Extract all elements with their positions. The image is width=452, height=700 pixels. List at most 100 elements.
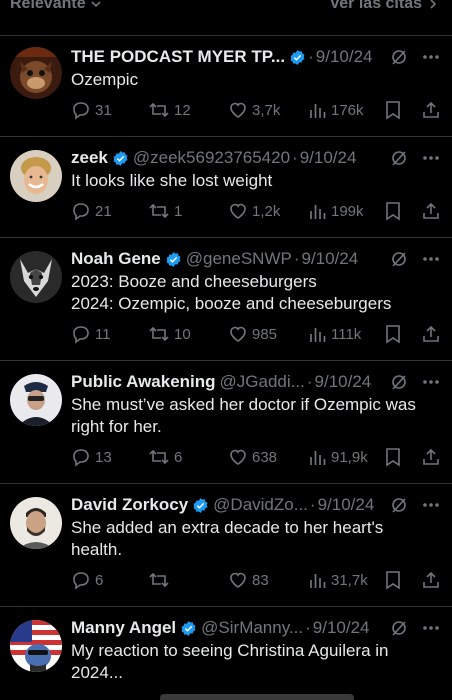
tweet-date[interactable]: 9/10/24 — [313, 618, 370, 638]
more-options-icon[interactable] — [422, 256, 440, 262]
avatar[interactable] — [10, 251, 62, 303]
grok-icon[interactable] — [390, 496, 408, 514]
like-button[interactable]: 985 — [228, 324, 277, 344]
tweet-date[interactable]: 9/10/24 — [302, 249, 359, 269]
tweet-date[interactable]: 9/10/24 — [300, 148, 357, 168]
author-handle[interactable]: @geneSNWP — [186, 249, 292, 269]
sort-label: Relevante — [10, 0, 86, 12]
share-button[interactable] — [421, 201, 441, 221]
bookmark-icon — [386, 325, 400, 344]
reply-icon — [73, 203, 89, 221]
retweet-icon — [149, 572, 169, 588]
like-button[interactable]: 638 — [228, 447, 277, 467]
author-name[interactable]: David Zorkocy — [71, 495, 188, 515]
reply-tweet[interactable]: David Zorkocy @DavidZo... · 9/10/24 She … — [0, 484, 452, 605]
views-button[interactable]: 199k — [309, 202, 364, 220]
avatar[interactable] — [10, 47, 62, 99]
tweet-media-preview[interactable] — [160, 694, 354, 700]
author-name[interactable]: Public Awakening — [71, 372, 216, 392]
tweet-date[interactable]: 9/10/24 — [315, 372, 372, 392]
tweet-actions: 21 1 1,2k 199k — [71, 200, 442, 222]
author-handle[interactable]: @JGaddi... — [220, 372, 305, 392]
retweet-button[interactable]: 12 — [148, 100, 191, 120]
view-quotes-link[interactable]: Ver las citas — [329, 0, 438, 13]
author-name[interactable]: zeek — [71, 148, 108, 168]
share-button[interactable] — [421, 100, 441, 120]
reply-button[interactable]: 21 — [71, 201, 112, 221]
retweet-button[interactable]: 10 — [148, 324, 191, 344]
heart-icon — [230, 102, 246, 118]
retweet-button[interactable]: 6 — [148, 447, 182, 467]
avatar[interactable] — [10, 497, 62, 549]
tweet-text-line: Ozempic — [71, 70, 139, 89]
reply-button[interactable]: 11 — [71, 324, 111, 344]
avatar[interactable] — [10, 374, 62, 426]
heart-icon — [230, 203, 246, 219]
separator-dot: · — [305, 618, 311, 637]
author-handle[interactable]: @DavidZo... — [213, 495, 308, 515]
grok-icon[interactable] — [390, 373, 408, 391]
tweet-text-line: My reaction to seeing Christina Aguilera… — [71, 641, 389, 660]
views-button[interactable]: 91,9k — [309, 448, 368, 466]
avatar[interactable] — [10, 620, 62, 672]
reply-button[interactable]: 6 — [71, 570, 103, 590]
more-options-icon[interactable] — [422, 502, 440, 508]
grok-icon[interactable] — [390, 619, 408, 637]
share-icon — [423, 202, 439, 219]
author-name[interactable]: Noah Gene — [71, 249, 161, 269]
bookmark-icon — [386, 571, 400, 590]
reply-icon — [73, 449, 89, 467]
retweet-icon — [149, 102, 169, 118]
separator-dot: · — [306, 372, 313, 391]
grok-icon[interactable] — [390, 250, 408, 268]
bookmark-button[interactable] — [384, 570, 402, 590]
sort-dropdown[interactable]: Relevante — [10, 0, 102, 13]
bookmark-button[interactable] — [384, 324, 402, 344]
author-handle[interactable]: @SirManny... — [201, 618, 303, 638]
reply-tweet[interactable]: zeek @zeek56923765420 · 9/10/24 It looks… — [0, 137, 452, 236]
reply-tweet[interactable]: Noah Gene @geneSNWP · 9/10/24 2023: Booz… — [0, 238, 452, 359]
share-icon — [423, 101, 439, 118]
avatar[interactable] — [10, 150, 62, 202]
separator-dot: · — [309, 495, 316, 514]
view-count: 31,7k — [331, 571, 368, 589]
like-button[interactable]: 3,7k — [228, 100, 280, 120]
more-options-icon[interactable] — [422, 54, 440, 60]
retweet-button[interactable] — [148, 570, 174, 590]
view-count: 111k — [331, 325, 362, 343]
more-options-icon[interactable] — [422, 379, 440, 385]
author-name[interactable]: THE PODCAST MYER TP... — [71, 47, 285, 67]
author-handle[interactable]: @zeek56923765420 — [133, 148, 290, 168]
tweet-date[interactable]: 9/10/24 — [316, 47, 373, 67]
bookmark-button[interactable] — [384, 447, 402, 467]
like-button[interactable]: 1,2k — [228, 201, 280, 221]
bookmark-button[interactable] — [384, 100, 402, 120]
views-button[interactable]: 176k — [309, 101, 364, 119]
reply-button[interactable]: 13 — [71, 447, 112, 467]
share-icon — [423, 325, 439, 342]
verified-icon — [165, 251, 182, 268]
share-button[interactable] — [421, 570, 441, 590]
reply-tweet[interactable]: THE PODCAST MYER TP... · 9/10/24 Ozempic… — [0, 36, 452, 135]
reply-button[interactable]: 31 — [71, 100, 112, 120]
views-button[interactable]: 111k — [309, 325, 361, 343]
author-name[interactable]: Manny Angel — [71, 618, 176, 638]
share-button[interactable] — [421, 324, 441, 344]
tweet-text-line: 2023: Booze and cheeseburgers — [71, 272, 317, 291]
views-button[interactable]: 31,7k — [309, 571, 368, 589]
more-options-icon[interactable] — [422, 625, 440, 631]
heart-icon — [230, 572, 246, 588]
share-button[interactable] — [421, 447, 441, 467]
separator-dot: · — [293, 249, 300, 268]
grok-icon[interactable] — [390, 149, 408, 167]
bookmark-button[interactable] — [384, 201, 402, 221]
tweet-date[interactable]: 9/10/24 — [318, 495, 375, 515]
retweet-button[interactable]: 1 — [148, 201, 182, 221]
grok-icon[interactable] — [390, 48, 408, 66]
replies-header: Relevante Ver las citas — [0, 0, 452, 20]
like-button[interactable]: 83 — [228, 570, 269, 590]
more-options-icon[interactable] — [422, 155, 440, 161]
reply-tweet[interactable]: Manny Angel @SirManny... · 9/10/24 My re… — [0, 607, 452, 700]
tweet-text: Ozempic — [71, 69, 438, 91]
reply-tweet[interactable]: Public Awakening @JGaddi... · 9/10/24 Sh… — [0, 361, 452, 482]
